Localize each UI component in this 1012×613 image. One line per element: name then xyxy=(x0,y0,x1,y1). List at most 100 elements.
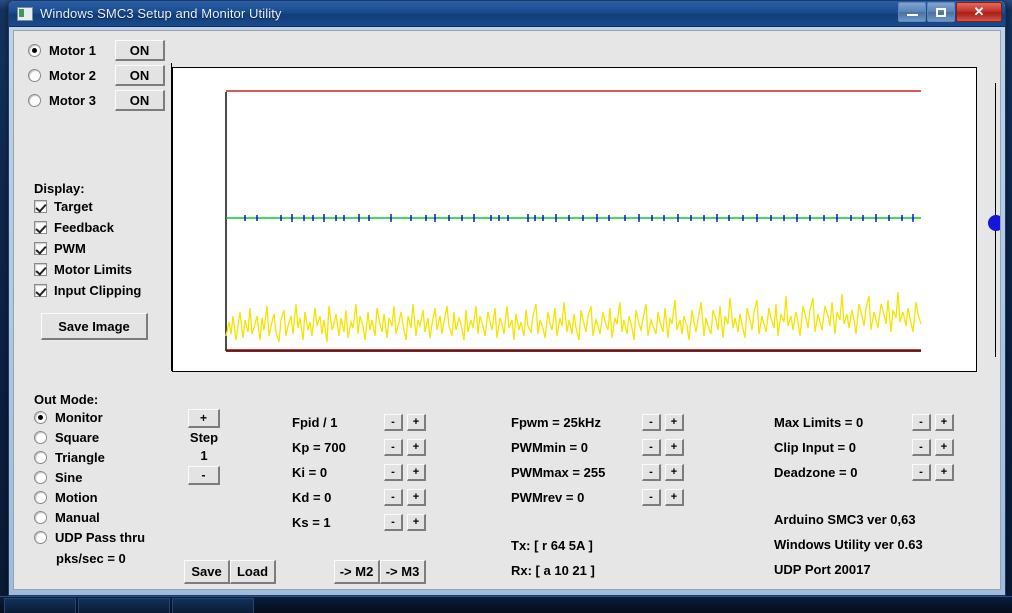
kd-minus-button[interactable]: - xyxy=(384,489,403,506)
motor-row-3[interactable]: Motor 3 ON xyxy=(28,88,168,113)
pwmrev-plus-button[interactable]: + xyxy=(665,489,684,506)
slider-knob[interactable] xyxy=(988,215,1000,231)
tx-value: Tx: [ r 64 5A ] xyxy=(511,538,593,553)
label-deadzone: Deadzone = 0 xyxy=(774,465,858,480)
label-square: Square xyxy=(55,429,100,445)
monitor-graph[interactable] xyxy=(172,67,977,372)
out-mode-square[interactable]: Square xyxy=(34,427,174,447)
copy-to-m3-button[interactable]: -> M3 xyxy=(380,560,426,584)
step-decrease-button[interactable]: - xyxy=(188,466,220,485)
motor-2-label: Motor 2 xyxy=(49,68,96,83)
param-row-deadzone: Deadzone = 0 - + xyxy=(774,460,954,485)
out-mode-sine[interactable]: Sine xyxy=(34,467,174,487)
pwmmin-minus-button[interactable]: - xyxy=(642,439,661,456)
step-increase-button[interactable]: + xyxy=(188,409,220,428)
radio-motor-1[interactable] xyxy=(28,44,41,57)
deadzone-plus-button[interactable]: + xyxy=(935,464,954,481)
output-level-slider[interactable] xyxy=(982,83,1000,357)
display-option-pwm[interactable]: PWM xyxy=(34,238,169,259)
out-mode-udp-pass-thru[interactable]: UDP Pass thru xyxy=(34,527,174,547)
param-row-kd: Kd = 0 - + xyxy=(292,485,426,510)
fpwm-minus-button[interactable]: - xyxy=(642,414,661,431)
motor-2-on-button[interactable]: ON xyxy=(115,65,165,86)
max-limits-minus-button[interactable]: - xyxy=(912,414,931,431)
window-controls: ✕ xyxy=(898,2,1002,22)
taskbar-item-2[interactable] xyxy=(78,598,170,613)
pwmmax-plus-button[interactable]: + xyxy=(665,464,684,481)
close-button[interactable]: ✕ xyxy=(956,2,1002,22)
label-max-limits: Max Limits = 0 xyxy=(774,415,864,430)
fpwm-plus-button[interactable]: + xyxy=(665,414,684,431)
clip-input-minus-button[interactable]: - xyxy=(912,439,931,456)
radio-triangle[interactable] xyxy=(34,450,47,464)
taskbar[interactable] xyxy=(0,596,1012,613)
radio-sine[interactable] xyxy=(34,470,47,484)
out-mode-monitor[interactable]: Monitor xyxy=(34,407,174,427)
radio-motor-2[interactable] xyxy=(28,69,41,82)
display-option-target[interactable]: Target xyxy=(34,196,169,217)
pwmmax-minus-button[interactable]: - xyxy=(642,464,661,481)
save-image-button[interactable]: Save Image xyxy=(41,313,148,340)
window-title: Windows SMC3 Setup and Monitor Utility xyxy=(40,6,282,21)
display-option-feedback[interactable]: Feedback xyxy=(34,217,169,238)
pwmmin-plus-button[interactable]: + xyxy=(665,439,684,456)
ks-plus-button[interactable]: + xyxy=(407,514,426,531)
fpid-plus-button[interactable]: + xyxy=(407,414,426,431)
motor-row-1[interactable]: Motor 1 ON xyxy=(28,38,168,63)
label-motor-limits: Motor Limits xyxy=(54,262,132,277)
deadzone-minus-button[interactable]: - xyxy=(912,464,931,481)
checkbox-input-clipping[interactable] xyxy=(34,284,47,297)
param-row-ki: Ki = 0 - + xyxy=(292,460,426,485)
clip-input-plus-button[interactable]: + xyxy=(935,439,954,456)
kd-plus-button[interactable]: + xyxy=(407,489,426,506)
max-limits-plus-button[interactable]: + xyxy=(935,414,954,431)
out-mode-motion[interactable]: Motion xyxy=(34,487,174,507)
motor-1-label: Motor 1 xyxy=(49,43,96,58)
out-mode-triangle[interactable]: Triangle xyxy=(34,447,174,467)
pwmrev-minus-button[interactable]: - xyxy=(642,489,661,506)
display-option-input-clipping[interactable]: Input Clipping xyxy=(34,280,169,301)
pwm-trace xyxy=(225,291,922,343)
fpid-minus-button[interactable]: - xyxy=(384,414,403,431)
label-udp-pass-thru: UDP Pass thru xyxy=(55,529,146,545)
step-value: 1 xyxy=(200,448,208,463)
checkbox-target[interactable] xyxy=(34,200,47,213)
motor-3-on-button[interactable]: ON xyxy=(115,90,165,111)
comm-port: Comm Port 4 xyxy=(774,587,923,589)
checkbox-pwm[interactable] xyxy=(34,242,47,255)
copy-to-m2-button[interactable]: -> M2 xyxy=(334,560,380,584)
maximize-button[interactable] xyxy=(927,2,955,22)
radio-motion[interactable] xyxy=(34,490,47,504)
ks-minus-button[interactable]: - xyxy=(384,514,403,531)
ki-minus-button[interactable]: - xyxy=(384,464,403,481)
checkbox-feedback[interactable] xyxy=(34,221,47,234)
label-feedback: Feedback xyxy=(54,220,114,235)
taskbar-item-1[interactable] xyxy=(4,598,76,613)
out-mode-manual[interactable]: Manual xyxy=(34,507,174,527)
motor-row-2[interactable]: Motor 2 ON xyxy=(28,63,168,88)
param-row-pwmmax: PWMmax = 255 - + xyxy=(511,460,684,485)
ki-plus-button[interactable]: + xyxy=(407,464,426,481)
motor-1-on-button[interactable]: ON xyxy=(115,40,165,61)
radio-motor-3[interactable] xyxy=(28,94,41,107)
label-pwmrev: PWMrev = 0 xyxy=(511,490,585,505)
radio-monitor[interactable] xyxy=(34,410,47,424)
save-button[interactable]: Save xyxy=(184,560,230,584)
load-button[interactable]: Load xyxy=(230,560,276,584)
radio-square[interactable] xyxy=(34,430,47,444)
pid-parameters-panel: Fpid / 1 - + Kp = 700 - + Ki = 0 - + Kd … xyxy=(292,410,426,535)
step-caption: Step xyxy=(189,430,219,445)
param-row-ks: Ks = 1 - + xyxy=(292,510,426,535)
kp-minus-button[interactable]: - xyxy=(384,439,403,456)
kp-plus-button[interactable]: + xyxy=(407,439,426,456)
radio-manual[interactable] xyxy=(34,510,47,524)
label-input-clipping: Input Clipping xyxy=(54,283,142,298)
minimize-button[interactable] xyxy=(898,2,926,22)
checkbox-motor-limits[interactable] xyxy=(34,263,47,276)
display-option-motor-limits[interactable]: Motor Limits xyxy=(34,259,169,280)
taskbar-item-3[interactable] xyxy=(172,598,254,613)
param-row-pwmrev: PWMrev = 0 - + xyxy=(511,485,684,510)
limits-parameters-panel: Max Limits = 0 - + Clip Input = 0 - + De… xyxy=(774,410,954,485)
pks-per-sec-value: pks/sec = 0 xyxy=(56,551,126,566)
radio-udp-pass-thru[interactable] xyxy=(34,530,47,544)
